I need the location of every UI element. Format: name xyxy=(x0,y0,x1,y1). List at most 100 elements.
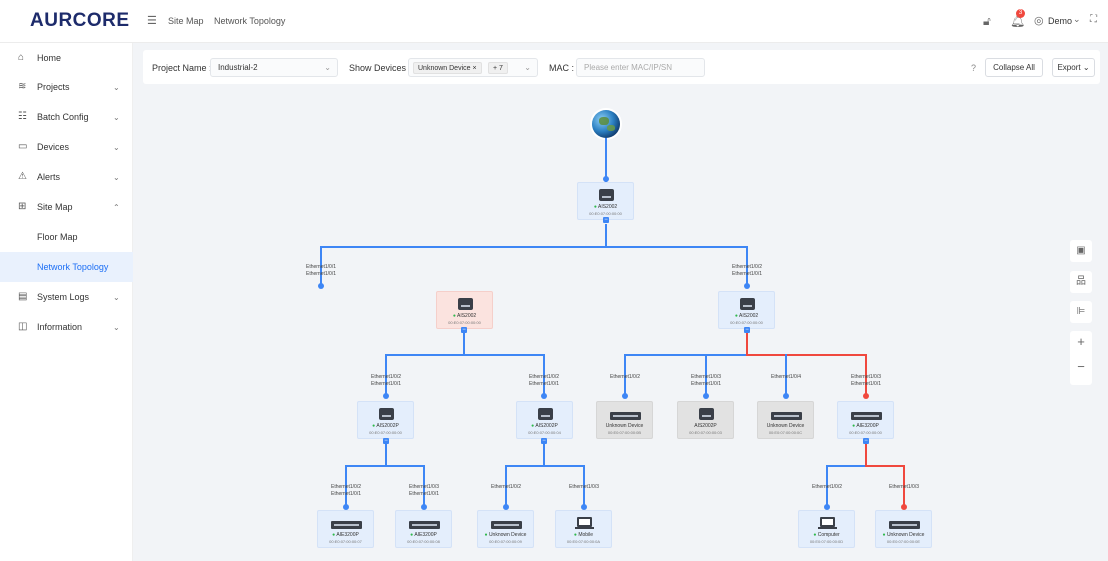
menu-toggle-icon[interactable]: ☰ xyxy=(147,14,157,27)
show-devices-select[interactable]: Unknown Device × + 7 ⌄ xyxy=(408,58,538,77)
chevron-down-icon: ⌄ xyxy=(524,63,531,72)
node-mac: 00:E0:07:00:00:00 xyxy=(730,320,763,325)
user-menu-chevron-icon[interactable]: ⌄ xyxy=(1073,14,1081,25)
topology-node[interactable]: ● AIS2002 00:E0:07:00:00:00 xyxy=(718,291,775,329)
zoom-out-icon[interactable]: − xyxy=(1070,359,1092,374)
chevron-down-icon: ⌄ xyxy=(113,323,120,332)
sidebar-item-floor-map[interactable]: Floor Map xyxy=(0,222,133,252)
node-mac: 00:E0:07:00:00:00 xyxy=(849,430,882,435)
collapse-toggle-icon[interactable]: − xyxy=(461,327,467,333)
close-icon[interactable]: × xyxy=(472,65,476,72)
sidebar-item-projects[interactable]: ≋ Projects ⌄ xyxy=(0,72,133,102)
topology-node[interactable]: ● AIE3200P 00:E0:07:00:00:07 xyxy=(317,510,374,548)
topology-node[interactable]: ● Computer 00:E0:07:00:00:0D xyxy=(798,510,855,548)
chevron-down-icon: ⌄ xyxy=(113,143,120,152)
rack-device-icon xyxy=(851,412,882,420)
sidebar: ⌂ Home ≋ Projects ⌄ ☷ Batch Config ⌄ ▭ Devices… xyxy=(0,43,133,561)
node-name: ● Computer xyxy=(813,532,840,538)
topology-node[interactable]: ● AIS2002P 00:E0:07:00:00:04 xyxy=(516,401,573,439)
node-name: ● Unknown Device xyxy=(484,532,527,538)
node-name: ● AIS2002 xyxy=(452,313,477,319)
rack-device-icon xyxy=(889,521,920,529)
collapse-toggle-icon[interactable]: − xyxy=(383,438,389,444)
switch-icon xyxy=(538,408,553,420)
port-label: Ethernet1/0/1 xyxy=(850,381,882,387)
alert-link-line xyxy=(865,465,905,467)
port-label: Ethernet1/0/1 xyxy=(370,381,402,387)
save-layout-icon[interactable]: ▣ xyxy=(1070,240,1092,262)
sidebar-item-information[interactable]: ◫ Information ⌄ xyxy=(0,312,133,342)
user-name[interactable]: Demo xyxy=(1048,16,1072,26)
port-label: Ethernet1/0/1 xyxy=(330,491,362,497)
link-line xyxy=(826,465,866,467)
topology-node[interactable]: ● Unknown Device 00:E0:07:00:00:0E xyxy=(875,510,932,548)
mac-search-input[interactable]: Please enter MAC/IP/SN xyxy=(576,58,705,77)
sidebar-item-home[interactable]: ⌂ Home xyxy=(0,43,133,73)
collapse-all-button[interactable]: Collapse All xyxy=(985,58,1043,77)
laptop-icon xyxy=(575,517,594,529)
topology-node[interactable]: ● AIE3200P 00:E0:07:00:00:08 xyxy=(395,510,452,548)
sidebar-item-network-topology[interactable]: Network Topology xyxy=(0,252,133,282)
project-select[interactable]: Industrial-2 ⌄ xyxy=(210,58,338,77)
help-icon[interactable]: ? xyxy=(971,63,976,74)
topology-node[interactable]: ● Unknown Device 00:E0:07:00:00:09 xyxy=(477,510,534,548)
topology-node[interactable]: ● AIE3200P 00:E0:07:00:00:00 xyxy=(837,401,894,439)
device-tag[interactable]: Unknown Device × xyxy=(413,62,482,74)
switch-icon xyxy=(458,298,473,310)
fullscreen-icon[interactable]: ⛶ xyxy=(1090,14,1097,25)
sidebar-item-alerts[interactable]: ⚠ Alerts ⌄ xyxy=(0,162,133,192)
export-button[interactable]: Export ⌄ xyxy=(1052,58,1095,77)
port-label: Ethernet1/0/1 xyxy=(305,264,337,270)
port-label: Ethernet1/0/2 xyxy=(528,374,560,380)
collapse-toggle-icon[interactable]: − xyxy=(541,438,547,444)
rack-device-icon xyxy=(409,521,440,529)
tree-layout-icon[interactable]: 品 xyxy=(1070,271,1092,293)
topology-node[interactable]: ● Mobile 00:E0:07:00:00:0A xyxy=(555,510,612,548)
internet-globe-icon[interactable] xyxy=(592,110,620,138)
rack-device-icon xyxy=(331,521,362,529)
sidebar-item-batch-config[interactable]: ☷ Batch Config ⌄ xyxy=(0,102,133,132)
device-more-tag[interactable]: + 7 xyxy=(488,62,508,74)
chevron-up-icon: ⌃ xyxy=(113,203,120,212)
switch-icon xyxy=(699,408,714,420)
rack-device-icon xyxy=(491,521,522,529)
node-name: Unknown Device xyxy=(605,423,644,429)
node-mac: 00:E0:07:00:00:00 xyxy=(448,320,481,325)
horizontal-layout-icon[interactable]: ⊫ xyxy=(1070,301,1092,323)
user-avatar-icon[interactable]: ◎ xyxy=(1034,14,1044,27)
lock-icon[interactable]: 🔓︎ xyxy=(983,14,991,29)
chevron-down-icon: ⌄ xyxy=(113,113,120,122)
topology-node-offline[interactable]: Unknown Device 00:E0:07:00:00:0C xyxy=(757,401,814,439)
link-endpoint xyxy=(703,393,709,399)
topology-canvas[interactable]: Ethernet1/0/1 Ethernet1/0/1 Ethernet1/0/… xyxy=(143,88,1100,558)
topology-node-offline[interactable]: AIS2002P 00:E0:07:00:00:03 xyxy=(677,401,734,439)
breadcrumb-item[interactable]: Site Map xyxy=(168,16,204,26)
link-line xyxy=(463,333,465,355)
topology-node-offline[interactable]: Unknown Device 00:E0:07:00:00:0B xyxy=(596,401,653,439)
log-icon: ▤ xyxy=(18,291,28,302)
topology-node[interactable]: ● AIS2002P 00:E0:07:00:00:00 xyxy=(357,401,414,439)
topology-node[interactable]: ● AIS2002 00:E0:07:00:00:00 xyxy=(436,291,493,329)
sidebar-item-site-map[interactable]: ⊞ Site Map ⌃ xyxy=(0,192,133,222)
filter-bar: Project Name : Industrial-2 ⌄ Show Device… xyxy=(143,50,1100,84)
alert-link-line xyxy=(865,444,867,466)
zoom-in-icon[interactable]: + xyxy=(1070,334,1092,349)
collapse-toggle-icon[interactable]: − xyxy=(744,327,750,333)
link-endpoint xyxy=(383,393,389,399)
link-line xyxy=(320,246,748,248)
port-label: Ethernet1/0/1 xyxy=(731,271,763,277)
node-name: ● AIS2002P xyxy=(372,423,399,429)
collapse-toggle-icon[interactable]: − xyxy=(863,438,869,444)
collapse-toggle-icon[interactable]: − xyxy=(603,217,609,223)
port-label: Ethernet1/0/2 xyxy=(330,484,362,490)
brand-logo[interactable]: AURCORE xyxy=(30,10,130,32)
topology-node-root[interactable]: ● AIS2002 00:E0:07:00:00:00 xyxy=(577,182,634,220)
sidebar-item-devices[interactable]: ▭ Devices ⌄ xyxy=(0,132,133,162)
link-endpoint xyxy=(744,283,750,289)
chevron-down-icon: ⌄ xyxy=(113,293,120,302)
home-icon: ⌂ xyxy=(18,52,25,63)
sidebar-item-system-logs[interactable]: ▤ System Logs ⌄ xyxy=(0,282,133,312)
port-label: Ethernet1/0/3 xyxy=(408,484,440,490)
chevron-down-icon: ⌄ xyxy=(113,173,120,182)
node-mac: 00:E0:07:00:00:08 xyxy=(407,539,440,544)
